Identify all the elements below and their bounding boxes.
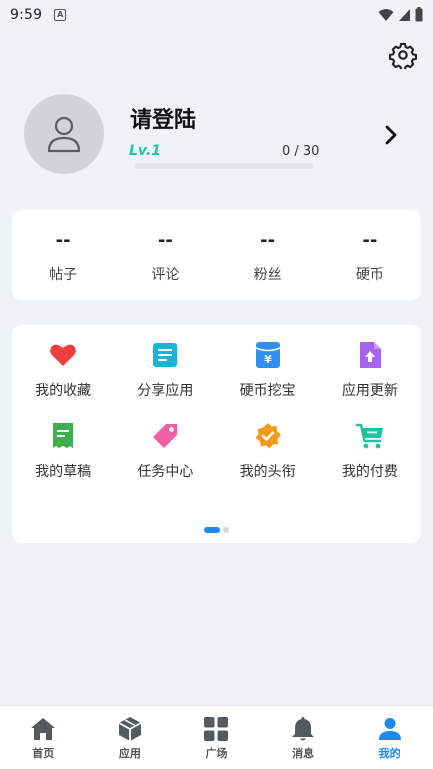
stat-label: 帖子 xyxy=(49,267,78,283)
grid-item-coin-treasure[interactable]: ¥ 硬币挖宝 xyxy=(217,339,319,400)
status-icons xyxy=(378,7,423,22)
tag-icon xyxy=(149,420,181,452)
status-bar: 9:59 A xyxy=(0,0,433,30)
tab-label: 首页 xyxy=(32,747,55,760)
profile-header[interactable]: 请登陆 Lv.1 0 / 30 xyxy=(24,94,414,174)
grid-label: 分享应用 xyxy=(137,383,194,399)
stat-followers[interactable]: -- 粉丝 xyxy=(217,210,319,300)
grid-label: 应用更新 xyxy=(341,383,398,399)
stat-value: -- xyxy=(157,230,173,251)
level-label: Lv.1 xyxy=(129,143,161,159)
stat-label: 粉丝 xyxy=(253,267,282,283)
person-outline-icon xyxy=(47,116,81,153)
status-time: 9:59 xyxy=(10,7,43,23)
stat-value: -- xyxy=(55,230,71,251)
tab-messages[interactable]: 消息 xyxy=(260,706,347,769)
tab-label: 消息 xyxy=(292,747,315,760)
page-indicator[interactable] xyxy=(204,527,229,533)
tab-label: 我的 xyxy=(378,747,401,760)
page-dot-active[interactable] xyxy=(204,527,220,533)
stat-value: -- xyxy=(260,230,276,251)
grid-label: 任务中心 xyxy=(137,464,194,480)
svg-text:¥: ¥ xyxy=(264,353,272,366)
stat-coins[interactable]: -- 硬币 xyxy=(319,210,421,300)
tab-label: 广场 xyxy=(205,747,228,760)
stat-posts[interactable]: -- 帖子 xyxy=(12,210,114,300)
grid-label: 我的头衔 xyxy=(239,464,296,480)
upload-file-icon xyxy=(354,339,386,371)
receipt-icon xyxy=(47,420,79,452)
grid-item-app-update[interactable]: 应用更新 xyxy=(319,339,421,400)
bottom-tab-bar: 首页 应用 广场 消息 我的 xyxy=(0,705,433,769)
level-progress-bar xyxy=(134,163,314,169)
verified-badge-icon xyxy=(252,420,284,452)
grid-label: 硬币挖宝 xyxy=(239,383,296,399)
shopping-cart-icon xyxy=(354,420,386,452)
features-grid: 我的收藏 分享应用 ¥ 硬币挖宝 应用更新 我的草稿 任务中心 我的头衔 我的付… xyxy=(12,339,421,481)
tab-apps[interactable]: 应用 xyxy=(87,706,174,769)
cube-icon xyxy=(117,716,143,742)
tab-label: 应用 xyxy=(118,747,141,760)
grid-item-task-center[interactable]: 任务中心 xyxy=(114,420,216,481)
grid-icon xyxy=(203,716,229,742)
home-icon xyxy=(30,716,56,742)
stat-label: 评论 xyxy=(151,267,180,283)
grid-item-favorites[interactable]: 我的收藏 xyxy=(12,339,114,400)
notification-badge-icon: A xyxy=(54,9,67,21)
avatar[interactable] xyxy=(24,94,104,174)
tab-square[interactable]: 广场 xyxy=(173,706,260,769)
grid-label: 我的付费 xyxy=(341,464,398,480)
stats-card: -- 帖子 -- 评论 -- 粉丝 -- 硬币 xyxy=(12,210,421,300)
stat-label: 硬币 xyxy=(355,267,384,283)
grid-label: 我的草稿 xyxy=(35,464,92,480)
gear-icon xyxy=(389,42,417,71)
grid-label: 我的收藏 xyxy=(35,383,92,399)
page-dot[interactable] xyxy=(223,527,229,533)
grid-item-my-payments[interactable]: 我的付费 xyxy=(319,420,421,481)
tab-me[interactable]: 我的 xyxy=(346,706,433,769)
wifi-icon xyxy=(378,8,394,21)
grid-item-drafts[interactable]: 我的草稿 xyxy=(12,420,114,481)
bell-icon xyxy=(290,716,316,742)
grid-item-my-titles[interactable]: 我的头衔 xyxy=(217,420,319,481)
battery-icon xyxy=(415,7,423,22)
settings-button[interactable] xyxy=(389,41,417,71)
signal-icon xyxy=(399,8,410,21)
heart-icon xyxy=(47,339,79,371)
level-progress-text: 0 / 30 xyxy=(282,144,320,159)
grid-item-share-app[interactable]: 分享应用 xyxy=(114,339,216,400)
stat-comments[interactable]: -- 评论 xyxy=(114,210,216,300)
chevron-right-icon[interactable] xyxy=(380,124,402,146)
coin-wallet-icon: ¥ xyxy=(252,339,284,371)
username-login-prompt[interactable]: 请登陆 xyxy=(130,102,196,134)
features-card: 我的收藏 分享应用 ¥ 硬币挖宝 应用更新 我的草稿 任务中心 我的头衔 我的付… xyxy=(12,325,421,543)
document-icon xyxy=(149,339,181,371)
person-icon xyxy=(377,716,403,742)
stat-value: -- xyxy=(362,230,378,251)
tab-home[interactable]: 首页 xyxy=(0,706,87,769)
